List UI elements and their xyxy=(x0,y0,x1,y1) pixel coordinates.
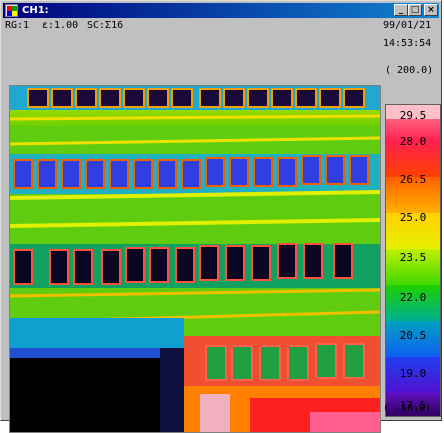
sensitivity-label: SC:Σ16 xyxy=(87,20,124,31)
scale-tick: 26.5 xyxy=(399,173,427,186)
thermal-image-canvas xyxy=(10,86,380,432)
close-button[interactable]: × xyxy=(424,4,438,16)
date-label: 99/01/21 xyxy=(383,20,432,31)
scale-tick: 29.5 xyxy=(399,109,427,122)
client-area: RG:1 ε:1.00 SC:Σ16 99/01/21 14:53:54 (2… xyxy=(3,19,441,433)
max-range-label: ( 200.0) xyxy=(385,65,434,76)
scale-tick: 20.5 xyxy=(399,329,427,342)
scale-tick: 22.0 xyxy=(399,291,427,304)
scale-tick: 19.0 xyxy=(399,367,427,380)
app-icon[interactable] xyxy=(5,4,18,17)
time-label: 14:53:54 xyxy=(383,38,432,49)
scale-tick: 23.5 xyxy=(399,251,427,264)
maximize-button[interactable]: □ xyxy=(408,4,422,16)
scale-tick: 25.0 xyxy=(399,211,427,224)
thermal-image[interactable] xyxy=(9,85,381,433)
emissivity-label: ε:1.00 xyxy=(42,20,79,31)
thermal-viewer-window: CH1: _ □ × RG:1 ε:1.00 SC:Σ16 99/01/21 1… xyxy=(0,0,442,433)
window-title: CH1: xyxy=(22,5,49,16)
title-bar[interactable]: CH1: _ □ × xyxy=(3,3,439,18)
color-scale-bar: 29.5 28.0 26.5 25.0 23.5 22.0 20.5 19.0 … xyxy=(385,104,441,417)
minimize-button[interactable]: _ xyxy=(394,4,408,16)
range-label: RG:1 xyxy=(5,20,30,31)
scale-tick: 28.0 xyxy=(399,135,427,148)
min-range-label: ( -50.0) xyxy=(383,403,432,414)
